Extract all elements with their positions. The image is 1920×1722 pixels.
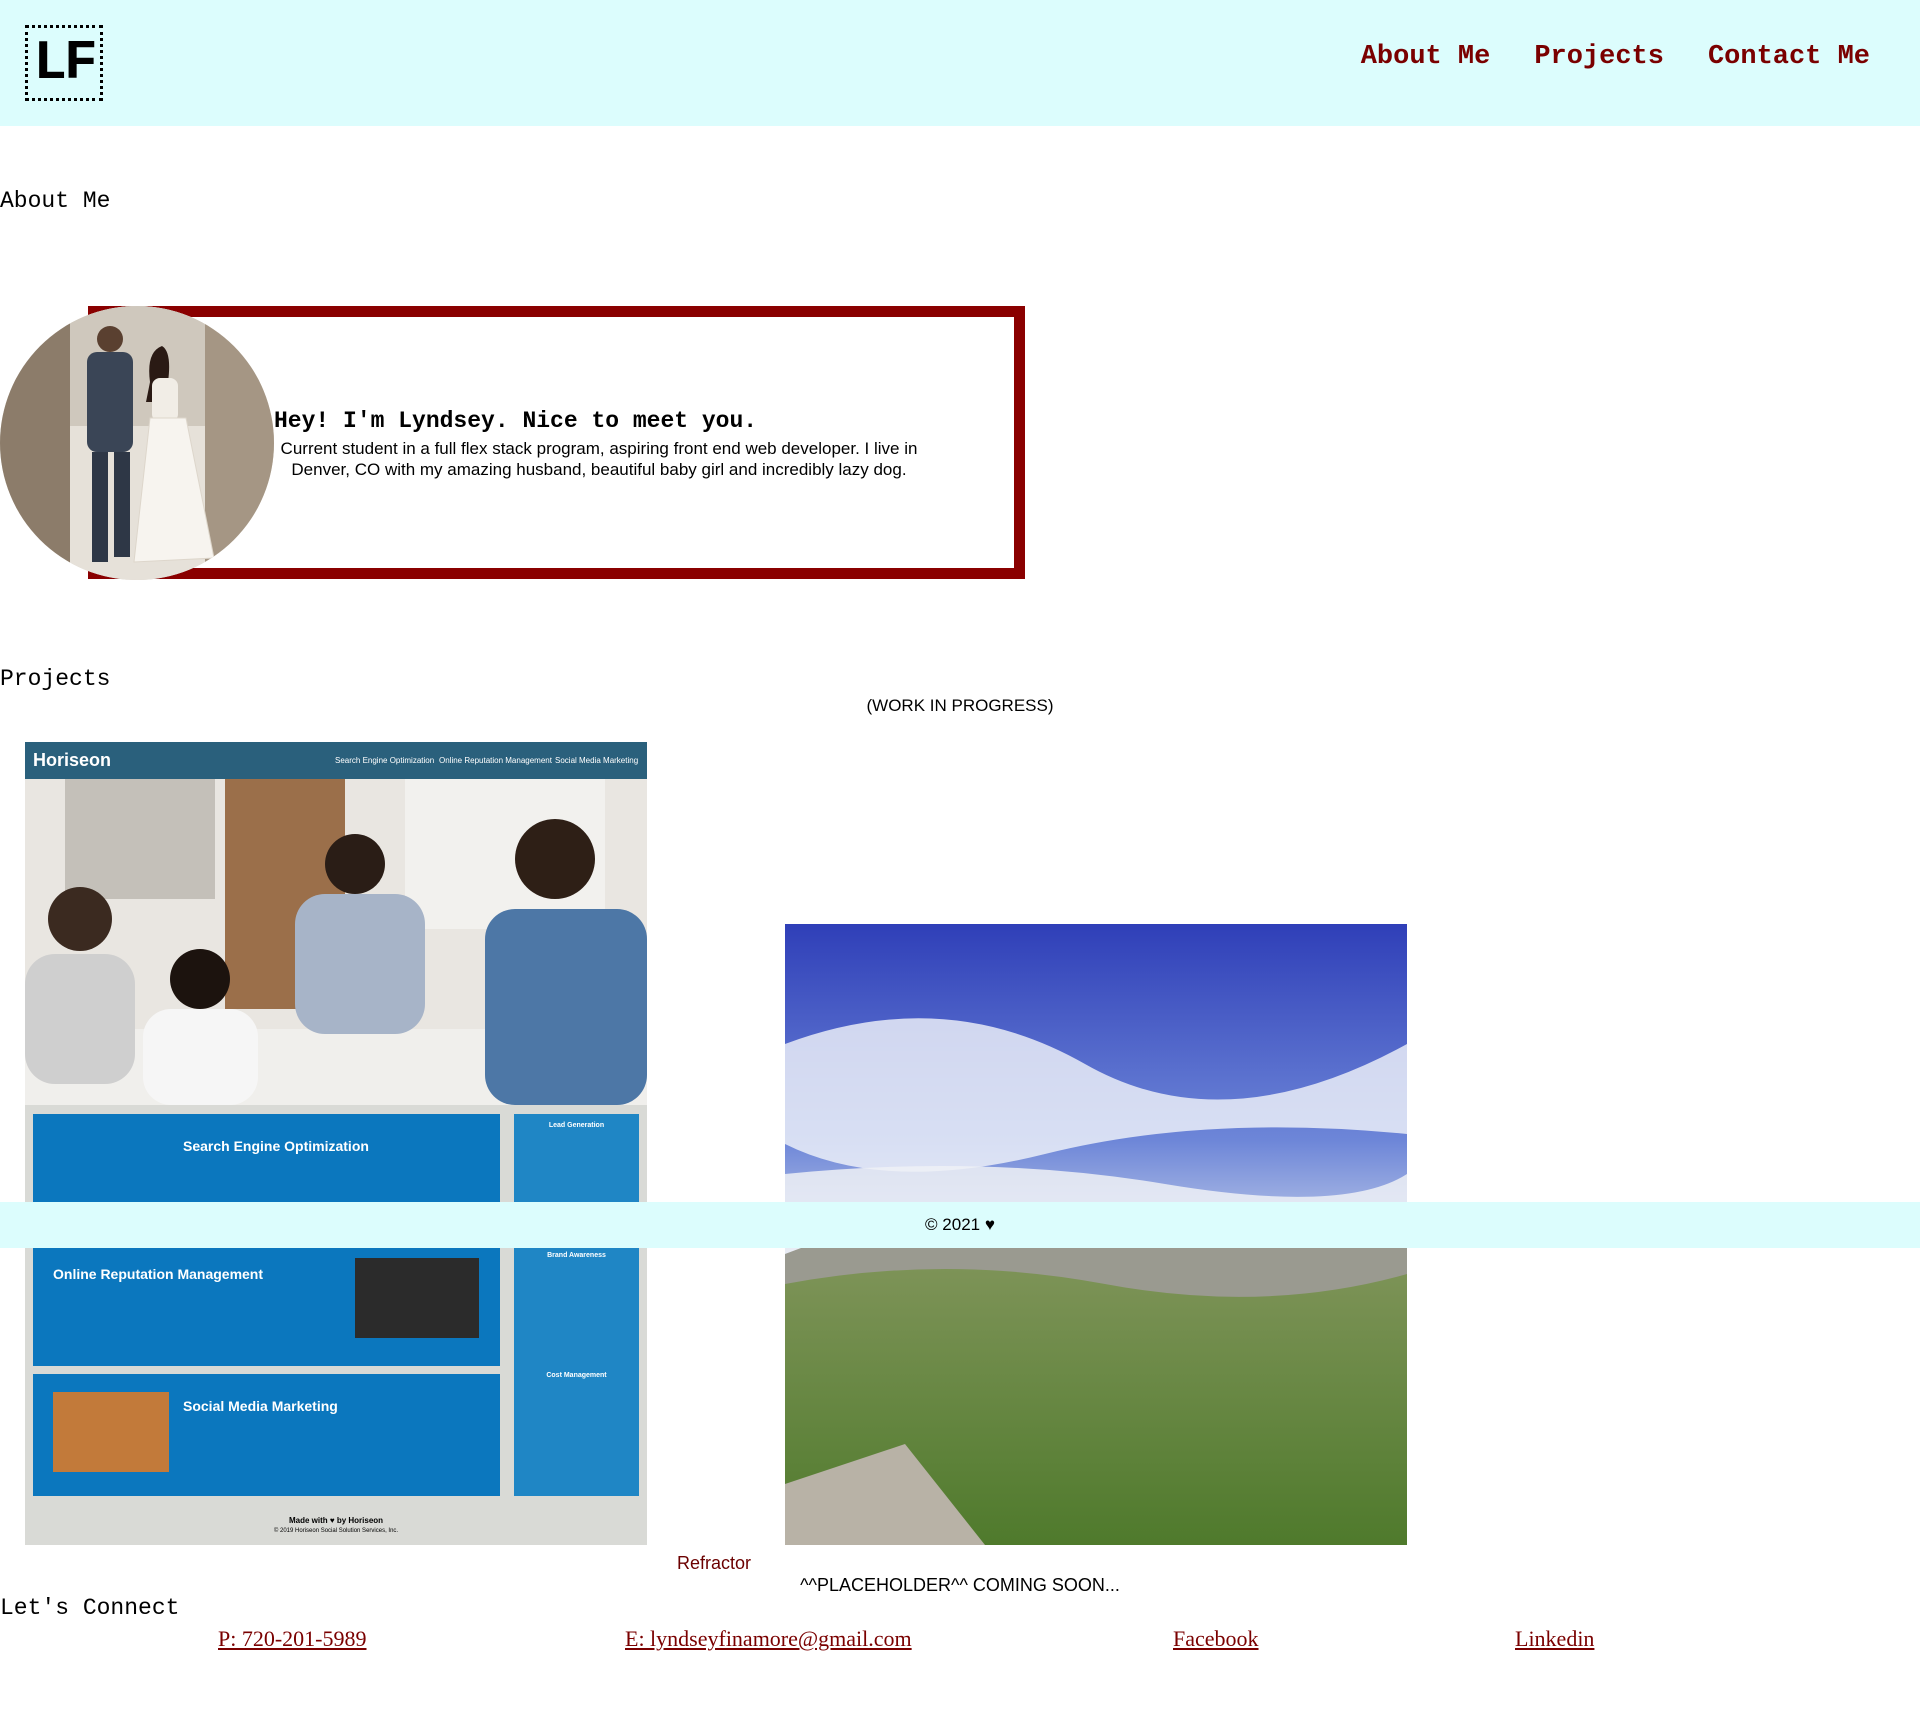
horiseon-side-brand: Brand Awareness [547,1252,606,1259]
horiseon-nav-smm: Social Media Marketing [555,756,639,765]
project-link-refractor[interactable]: Refractor [677,1553,751,1574]
horiseon-footer: Made with ♥ by Horiseon [288,1516,384,1525]
horiseon-hero-photo [25,779,647,1105]
nav-about-me[interactable]: About Me [1361,42,1491,72]
horiseon-copyright: © 2019 Horiseon Social Solution Services… [273,1528,399,1534]
about-heading: About Me [0,188,111,214]
horiseon-laptop-thumb [355,1258,479,1338]
contact-linkedin-link[interactable]: Linkedin [1515,1626,1594,1652]
horiseon-card-smm-title: Social Media Marketing [183,1398,338,1414]
horiseon-card-orm: Online Reputation Management [33,1242,500,1366]
horiseon-card-orm-title: Online Reputation Management [53,1266,264,1282]
connect-heading: Let's Connect [0,1595,180,1621]
horiseon-card-seo-title: Search Engine Optimization [183,1138,369,1154]
horiseon-nav-orm: Online Reputation Management [439,756,552,765]
contact-email-link[interactable]: E: lyndseyfinamore@gmail.com [625,1626,912,1652]
couple-photo-illustration [0,306,274,580]
nav-projects[interactable]: Projects [1534,42,1664,72]
contact-phone-link[interactable]: P: 720-201-5989 [218,1626,367,1652]
horiseon-nav-seo: Search Engine Optimization [335,756,435,765]
contact-facebook-link[interactable]: Facebook [1173,1626,1259,1652]
projects-heading: Projects [0,666,111,692]
about-text: Hey! I'm Lyndsey. Nice to meet you. Curr… [274,408,924,480]
nav-contact-me[interactable]: Contact Me [1708,42,1870,72]
main-nav: About Me Projects Contact Me [1361,42,1870,72]
about-bio: Current student in a full flex stack pro… [280,439,918,479]
horiseon-side-lead: Lead Generation [548,1122,605,1129]
horiseon-project-image[interactable]: Horiseon Search Engine Optimization Onli… [25,742,647,1545]
horiseon-side-cost: Cost Management [546,1372,607,1379]
site-header: LF About Me Projects Contact Me [0,0,1920,126]
horiseon-sidebar: Lead Generation Brand Awareness Cost Man… [514,1114,639,1496]
projects-status: (WORK IN PROGRESS) [866,696,1054,715]
horiseon-social-thumb [53,1392,169,1472]
horiseon-brand: Horiseon [33,750,112,770]
profile-photo [0,306,274,580]
horiseon-header-bar: Horiseon Search Engine Optimization Onli… [25,742,647,779]
horiseon-card-smm: Social Media Marketing [33,1374,500,1496]
placeholder-caption: ^^PLACEHOLDER^^ COMING SOON... [800,1575,1120,1595]
site-logo[interactable]: LF [25,25,103,101]
site-footer: © 2021 ♥ [0,1202,1920,1248]
about-greeting: Hey! I'm Lyndsey. Nice to meet you. [274,408,758,434]
